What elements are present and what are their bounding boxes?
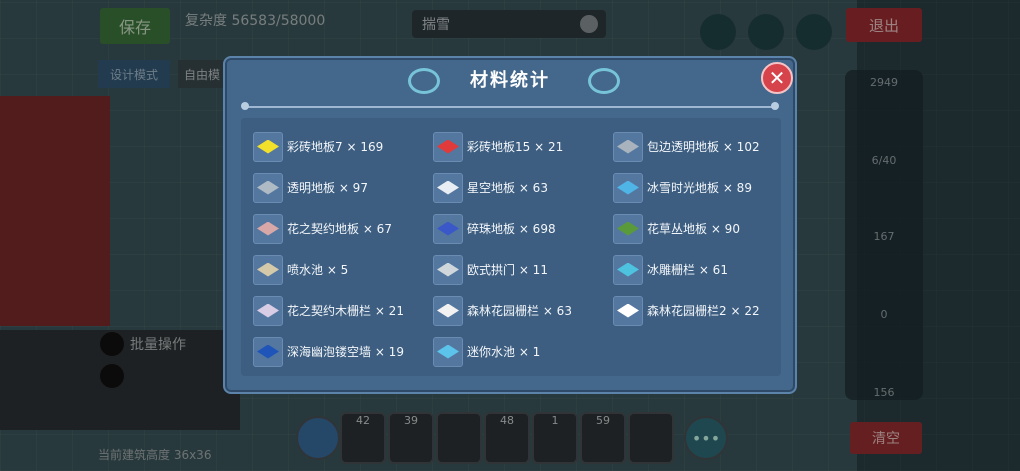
fountain-icon: [253, 254, 283, 285]
material-swatch: [617, 303, 639, 318]
garden-fence-2-icon: [613, 295, 643, 326]
material-stats-dialog: 材料统计 ✕ 彩砖地板7 × 169 彩砖地板15 × 21 包边透明地板 × 10…: [223, 56, 797, 394]
close-button[interactable]: ✕: [761, 62, 793, 94]
material-swatch: [617, 262, 639, 277]
material-swatch: [257, 180, 279, 195]
garden-fence-icon: [433, 295, 463, 326]
material-label: 冰雪时光地板 × 89: [647, 181, 752, 195]
material-item: 星空地板 × 63: [433, 167, 613, 208]
dialog-title: 材料统计: [470, 70, 550, 91]
material-item: 彩砖地板7 × 169: [253, 126, 433, 167]
material-label: 碎珠地板 × 698: [467, 222, 556, 236]
material-swatch: [617, 180, 639, 195]
material-item: 迷你水池 × 1: [433, 331, 613, 372]
ice-tile-icon: [613, 172, 643, 203]
material-item: 透明地板 × 97: [253, 167, 433, 208]
material-item: 欧式拱门 × 11: [433, 249, 613, 290]
material-label: 花草丛地板 × 90: [647, 222, 740, 236]
material-item: 花之契约木栅栏 × 21: [253, 290, 433, 331]
material-label: 深海幽泡镂空墙 × 19: [287, 345, 404, 359]
starry-tile-icon: [433, 172, 463, 203]
material-label: 冰雕栅栏 × 61: [647, 263, 728, 277]
material-swatch: [257, 139, 279, 154]
material-item: 喷水池 × 5: [253, 249, 433, 290]
material-label: 彩砖地板15 × 21: [467, 140, 564, 154]
material-item: 彩砖地板15 × 21: [433, 126, 613, 167]
material-swatch: [617, 221, 639, 236]
edged-clear-tile-icon: [613, 131, 643, 162]
material-label: 迷你水池 × 1: [467, 345, 541, 359]
flower-tile-icon: [253, 213, 283, 244]
material-item: 森林花园栅栏2 × 22: [613, 290, 793, 331]
material-swatch: [437, 180, 459, 195]
material-list-panel: 彩砖地板7 × 169 彩砖地板15 × 21 包边透明地板 × 102 透明地板 ×…: [241, 118, 781, 376]
material-item: 花草丛地板 × 90: [613, 208, 793, 249]
material-swatch: [257, 303, 279, 318]
wood-fence-icon: [253, 295, 283, 326]
material-label: 花之契约地板 × 67: [287, 222, 392, 236]
material-item: 花之契约地板 × 67: [253, 208, 433, 249]
clear-tile-icon: [253, 172, 283, 203]
bead-tile-icon: [433, 213, 463, 244]
material-label: 包边透明地板 × 102: [647, 140, 760, 154]
material-item: 森林花园栅栏 × 63: [433, 290, 613, 331]
ice-fence-icon: [613, 254, 643, 285]
yellow-tile-icon: [253, 131, 283, 162]
material-swatch: [257, 221, 279, 236]
material-label: 森林花园栅栏2 × 22: [647, 304, 760, 318]
title-divider: [241, 102, 779, 110]
material-swatch: [437, 221, 459, 236]
deep-sea-wall-icon: [253, 336, 283, 367]
material-label: 喷水池 × 5: [287, 263, 349, 277]
material-item: 包边透明地板 × 102: [613, 126, 793, 167]
material-swatch: [257, 262, 279, 277]
material-item: 冰雪时光地板 × 89: [613, 167, 793, 208]
material-label: 星空地板 × 63: [467, 181, 548, 195]
material-grid: 彩砖地板7 × 169 彩砖地板15 × 21 包边透明地板 × 102 透明地板 ×…: [253, 126, 793, 372]
material-label: 透明地板 × 97: [287, 181, 368, 195]
grass-tile-icon: [613, 213, 643, 244]
mini-pool-icon: [433, 336, 463, 367]
material-item: 深海幽泡镂空墙 × 19: [253, 331, 433, 372]
material-item: 冰雕栅栏 × 61: [613, 249, 793, 290]
material-label: 花之契约木栅栏 × 21: [287, 304, 404, 318]
material-swatch: [437, 262, 459, 277]
material-swatch: [437, 303, 459, 318]
material-swatch: [437, 344, 459, 359]
material-item: 碎珠地板 × 698: [433, 208, 613, 249]
red-tile-icon: [433, 131, 463, 162]
title-ornament-right-icon: [588, 68, 620, 94]
material-swatch: [257, 344, 279, 359]
material-label: 欧式拱门 × 11: [467, 263, 548, 277]
material-swatch: [437, 139, 459, 154]
material-swatch: [617, 139, 639, 154]
material-label: 森林花园栅栏 × 63: [467, 304, 572, 318]
material-label: 彩砖地板7 × 169: [287, 140, 384, 154]
arch-door-icon: [433, 254, 463, 285]
